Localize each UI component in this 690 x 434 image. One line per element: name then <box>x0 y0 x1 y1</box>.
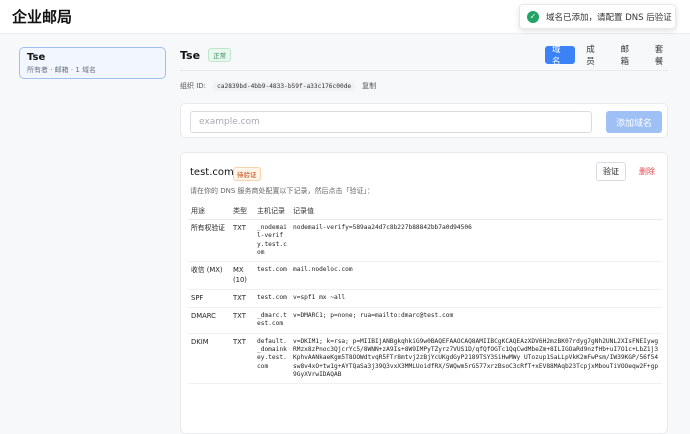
domain-input[interactable] <box>190 111 592 133</box>
record-purpose: 所有权验证 <box>188 219 230 263</box>
table-row: DMARC TXT _dmarc.test.com v=DMARC1; p=no… <box>188 307 662 334</box>
record-purpose: DKIM <box>188 333 230 385</box>
record-host: test.com <box>254 261 290 290</box>
copy-org-id-button[interactable]: 复制 <box>362 81 376 91</box>
record-value: v=spf1 mx ~all <box>290 289 662 308</box>
record-value: mail.nodeloc.com <box>290 261 662 290</box>
column-header-value: 记录值 <box>290 202 662 220</box>
sidebar-org-name: Tse <box>27 52 46 63</box>
verify-button[interactable]: 验证 <box>596 162 626 181</box>
divider <box>180 70 668 71</box>
table-row: SPF TXT test.com v=spf1 mx ~all <box>188 289 662 308</box>
record-host: default._domainkey.test.com <box>254 333 290 385</box>
tab-domains[interactable]: 域名 <box>545 45 576 67</box>
record-purpose: 收信 (MX) <box>188 261 230 290</box>
column-header-purpose: 用途 <box>188 202 230 220</box>
record-purpose: SPF <box>188 289 230 308</box>
tab-plans[interactable]: 套餐 <box>648 45 678 67</box>
record-type: TXT <box>230 219 254 263</box>
domain-name: test.com <box>190 167 234 178</box>
org-name: Tse <box>180 48 201 62</box>
tab-bar: 域名 成员 邮箱 套餐 <box>545 45 678 67</box>
table-row: 所有权验证 TXT _nodemail-verify.test.com node… <box>188 219 662 263</box>
table-header-row: 用途 类型 主机记录 记录值 <box>188 202 662 220</box>
toast-message: 域名已添加，请配置 DNS 后验证 <box>546 12 672 23</box>
record-host: _dmarc.test.com <box>254 307 290 334</box>
tab-mailboxes[interactable]: 邮箱 <box>614 45 644 67</box>
table-row: DKIM TXT default._domainkey.test.com v=D… <box>188 333 662 385</box>
domain-status-badge: 待验证 <box>233 167 261 181</box>
table-row: 收信 (MX) MX (10) test.com mail.nodeloc.co… <box>188 261 662 290</box>
org-id-label: 组织 ID: <box>180 82 207 90</box>
column-header-type: 类型 <box>230 202 254 220</box>
main-panel: Tse 正常 域名 成员 邮箱 套餐 组织 ID: ca2839bd-4bb9-… <box>170 40 678 434</box>
org-id-value: ca2839bd-4bb9-4833-b59f-a33c176c00de <box>213 81 356 91</box>
domain-card: test.com 待验证 验证 删除 请在你的 DNS 服务商处配置以下记录，然… <box>180 152 668 434</box>
sidebar-org-item[interactable]: Tse 所有者 · 邮箱 · 1 域名 <box>19 47 166 79</box>
org-status-badge: 正常 <box>208 48 232 62</box>
dns-records-table: 用途 类型 主机记录 记录值 所有权验证 TXT _nodemail-verif… <box>188 202 662 385</box>
column-header-host: 主机记录 <box>254 202 290 220</box>
record-purpose: DMARC <box>188 307 230 334</box>
record-value: nodemail-verify=589aa24d7c8b227b88842bb7… <box>290 219 662 263</box>
record-type: MX (10) <box>230 261 254 290</box>
record-type: TXT <box>230 333 254 385</box>
record-host: test.com <box>254 289 290 308</box>
record-value: v=DMARC1; p=none; rua=mailto:dmarc@test.… <box>290 307 662 334</box>
app-title: 企业邮局 <box>12 8 73 26</box>
top-bar: 企业邮局 ✓ 域名已添加，请配置 DNS 后验证 <box>0 0 690 34</box>
record-type: TXT <box>230 289 254 308</box>
dns-instruction: 请在你的 DNS 服务商处配置以下记录，然后点击「验证」： <box>190 187 375 195</box>
success-toast: ✓ 域名已添加，请配置 DNS 后验证 <box>519 4 676 29</box>
tab-members[interactable]: 成员 <box>579 45 609 67</box>
sidebar-org-meta: 所有者 · 邮箱 · 1 域名 <box>27 66 97 74</box>
add-domain-card: 添加域名 <box>180 103 668 138</box>
add-domain-button[interactable]: 添加域名 <box>606 111 662 133</box>
check-circle-icon: ✓ <box>527 10 539 23</box>
org-header: Tse 正常 <box>180 48 232 62</box>
record-type: TXT <box>230 307 254 334</box>
record-host: _nodemail-verify.test.com <box>254 219 290 263</box>
record-value: v=DKIM1; k=rsa; p=MIIBIjANBgkqhkiG9w0BAQ… <box>290 333 662 385</box>
delete-button[interactable]: 删除 <box>635 162 659 181</box>
org-id-row: 组织 ID: ca2839bd-4bb9-4833-b59f-a33c176c0… <box>180 81 376 91</box>
